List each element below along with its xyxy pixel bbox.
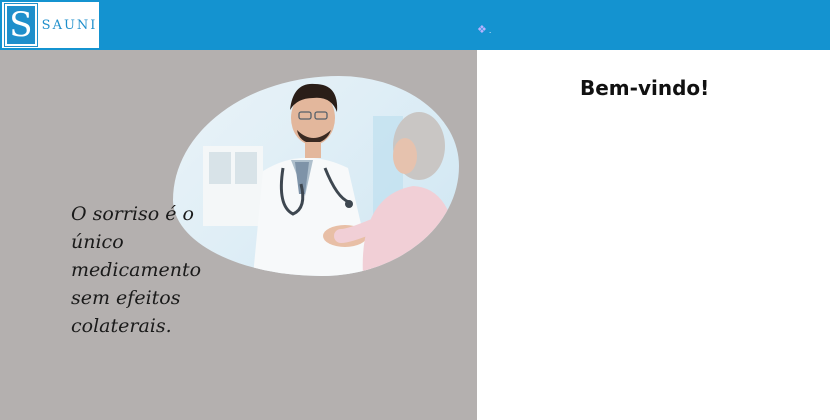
logo[interactable]: S SAUNI <box>0 0 101 50</box>
logo-text: SAUNI <box>41 17 98 33</box>
quote-line: sem efeitos <box>71 287 181 309</box>
diamond-icon: ❖ <box>477 23 487 36</box>
quote-line: colaterais. <box>71 315 172 337</box>
welcome-heading: Bem-vindo! <box>580 76 710 100</box>
logo-mark: S <box>4 3 38 47</box>
nav-dot: . <box>488 26 492 35</box>
quote-line: medicamento <box>71 259 202 281</box>
menu-glyph-icon[interactable]: ❖. <box>477 23 491 36</box>
quote-line: O sorriso é o <box>71 203 194 225</box>
hero-quote: O sorriso é o único medicamento sem efei… <box>71 200 231 340</box>
top-navigation-bar: S SAUNI ❖. <box>0 0 830 50</box>
quote-line: único <box>71 231 124 253</box>
hero-panel: O sorriso é o único medicamento sem efei… <box>0 50 477 420</box>
